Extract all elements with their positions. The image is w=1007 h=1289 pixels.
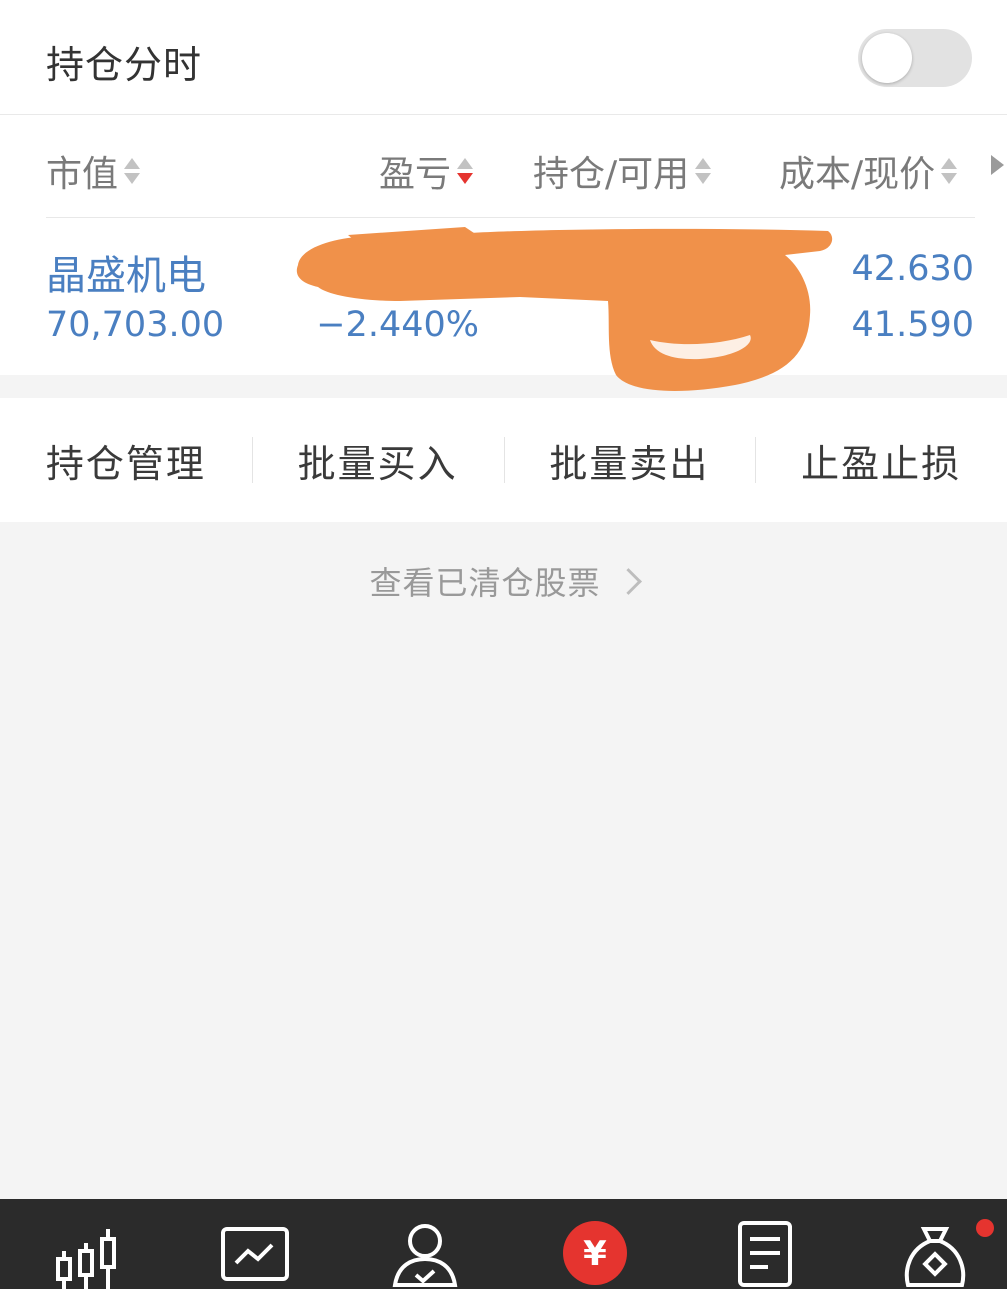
document-icon[interactable] [730, 1219, 800, 1289]
column-label: 市值 [46, 154, 119, 195]
batch-sell-button[interactable]: 批量卖出 [503, 398, 756, 522]
column-label: 成本/现价 [779, 154, 936, 195]
position-timeshare-label: 持仓分时 [46, 43, 203, 87]
column-header-cost-current[interactable]: 成本/现价 [779, 145, 959, 197]
column-label: 盈亏 [379, 154, 452, 195]
current-price: 41.590 [851, 305, 974, 345]
notification-badge [976, 1219, 994, 1237]
user-icon[interactable] [390, 1219, 460, 1289]
scroll-right-icon[interactable] [991, 155, 1004, 175]
batch-buy-button[interactable]: 批量买入 [251, 398, 504, 522]
stock-name: 晶盛机电 [46, 253, 206, 299]
view-cleared-stocks-link[interactable]: 查看已清仓股票 [0, 558, 1007, 604]
candlestick-icon[interactable] [51, 1219, 121, 1289]
yuan-icon[interactable]: ¥ [560, 1218, 630, 1288]
sort-icon [693, 154, 713, 188]
market-value: 70,703.00 [46, 305, 225, 345]
position-management-button[interactable]: 持仓管理 [0, 398, 252, 522]
column-header-profit-loss[interactable]: 盈亏 [379, 145, 475, 197]
cleared-link-label: 查看已清仓股票 [369, 564, 601, 602]
redaction-scribble [296, 227, 833, 391]
chevron-right-icon [614, 568, 642, 595]
column-header-position-available[interactable]: 持仓/可用 [533, 145, 713, 197]
action-bar: 持仓管理 批量买入 批量卖出 止盈止损 [0, 398, 1007, 522]
position-timeshare-row: 持仓分时 [0, 0, 1007, 115]
column-header-market-value[interactable]: 市值 [46, 145, 142, 197]
money-bag-icon[interactable] [900, 1219, 970, 1289]
trend-chart-icon[interactable] [220, 1219, 290, 1289]
bottom-nav: ¥ [0, 1199, 1007, 1289]
cost-price: 42.630 [851, 249, 974, 289]
column-label: 持仓/可用 [533, 154, 690, 195]
yuan-symbol: ¥ [583, 1234, 607, 1274]
sort-desc-active-icon [455, 154, 475, 188]
stop-profit-loss-button[interactable]: 止盈止损 [755, 398, 1007, 522]
toggle-knob [862, 33, 912, 83]
sort-icon [122, 154, 142, 188]
sort-icon [939, 154, 959, 188]
position-timeshare-toggle[interactable] [858, 29, 972, 87]
